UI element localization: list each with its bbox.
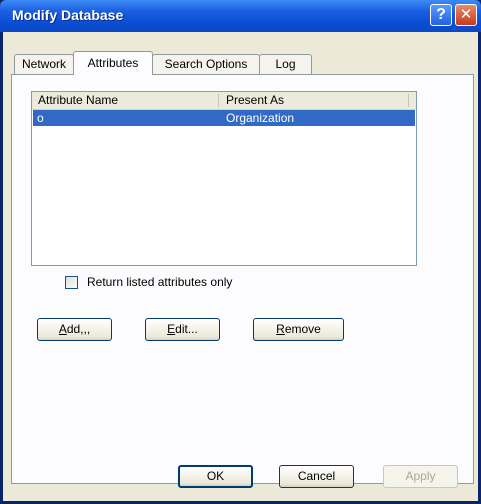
list-item[interactable]: o Organization: [33, 110, 415, 126]
title-bar[interactable]: Modify Database ? ✕: [0, 0, 481, 32]
add-mnemonic: A: [58, 322, 67, 336]
tab-network[interactable]: Network: [14, 54, 74, 74]
ok-button[interactable]: OK: [178, 465, 253, 488]
remove-mnemonic: R: [276, 322, 285, 336]
tab-attributes[interactable]: Attributes: [73, 51, 153, 75]
dialog-window: Modify Database ? ✕ Network Attributes S…: [0, 0, 481, 504]
close-icon[interactable]: ✕: [455, 4, 477, 26]
edit-button[interactable]: Edit...: [145, 318, 220, 341]
list-header: Attribute Name Present As: [32, 92, 416, 110]
apply-button: Apply: [383, 465, 458, 488]
edit-label-rest: dit...: [175, 322, 198, 336]
return-listed-only-checkbox[interactable]: [65, 276, 78, 289]
attribute-name-cell: o: [37, 111, 44, 125]
edit-mnemonic: E: [167, 322, 176, 336]
column-header-present-as[interactable]: Present As: [226, 93, 284, 107]
column-divider[interactable]: [408, 94, 409, 107]
dialog-body: Network Attributes Search Options Log At…: [3, 32, 478, 501]
help-icon[interactable]: ?: [430, 4, 452, 26]
add-button[interactable]: Add,,,: [37, 318, 112, 341]
remove-label-rest: emove: [284, 322, 321, 336]
remove-button[interactable]: Remove: [253, 318, 344, 341]
tab-log[interactable]: Log: [259, 54, 312, 74]
attributes-list[interactable]: Attribute Name Present As o Organization: [31, 91, 417, 266]
cancel-button[interactable]: Cancel: [279, 465, 354, 488]
dialog-title: Modify Database: [12, 7, 124, 23]
column-divider[interactable]: [218, 94, 219, 107]
add-label-rest: dd,,,: [66, 322, 91, 336]
column-header-attribute-name[interactable]: Attribute Name: [38, 93, 118, 107]
present-as-cell: Organization: [226, 111, 295, 125]
tab-search-options[interactable]: Search Options: [152, 54, 260, 74]
return-listed-only-label[interactable]: Return listed attributes only: [87, 275, 232, 289]
